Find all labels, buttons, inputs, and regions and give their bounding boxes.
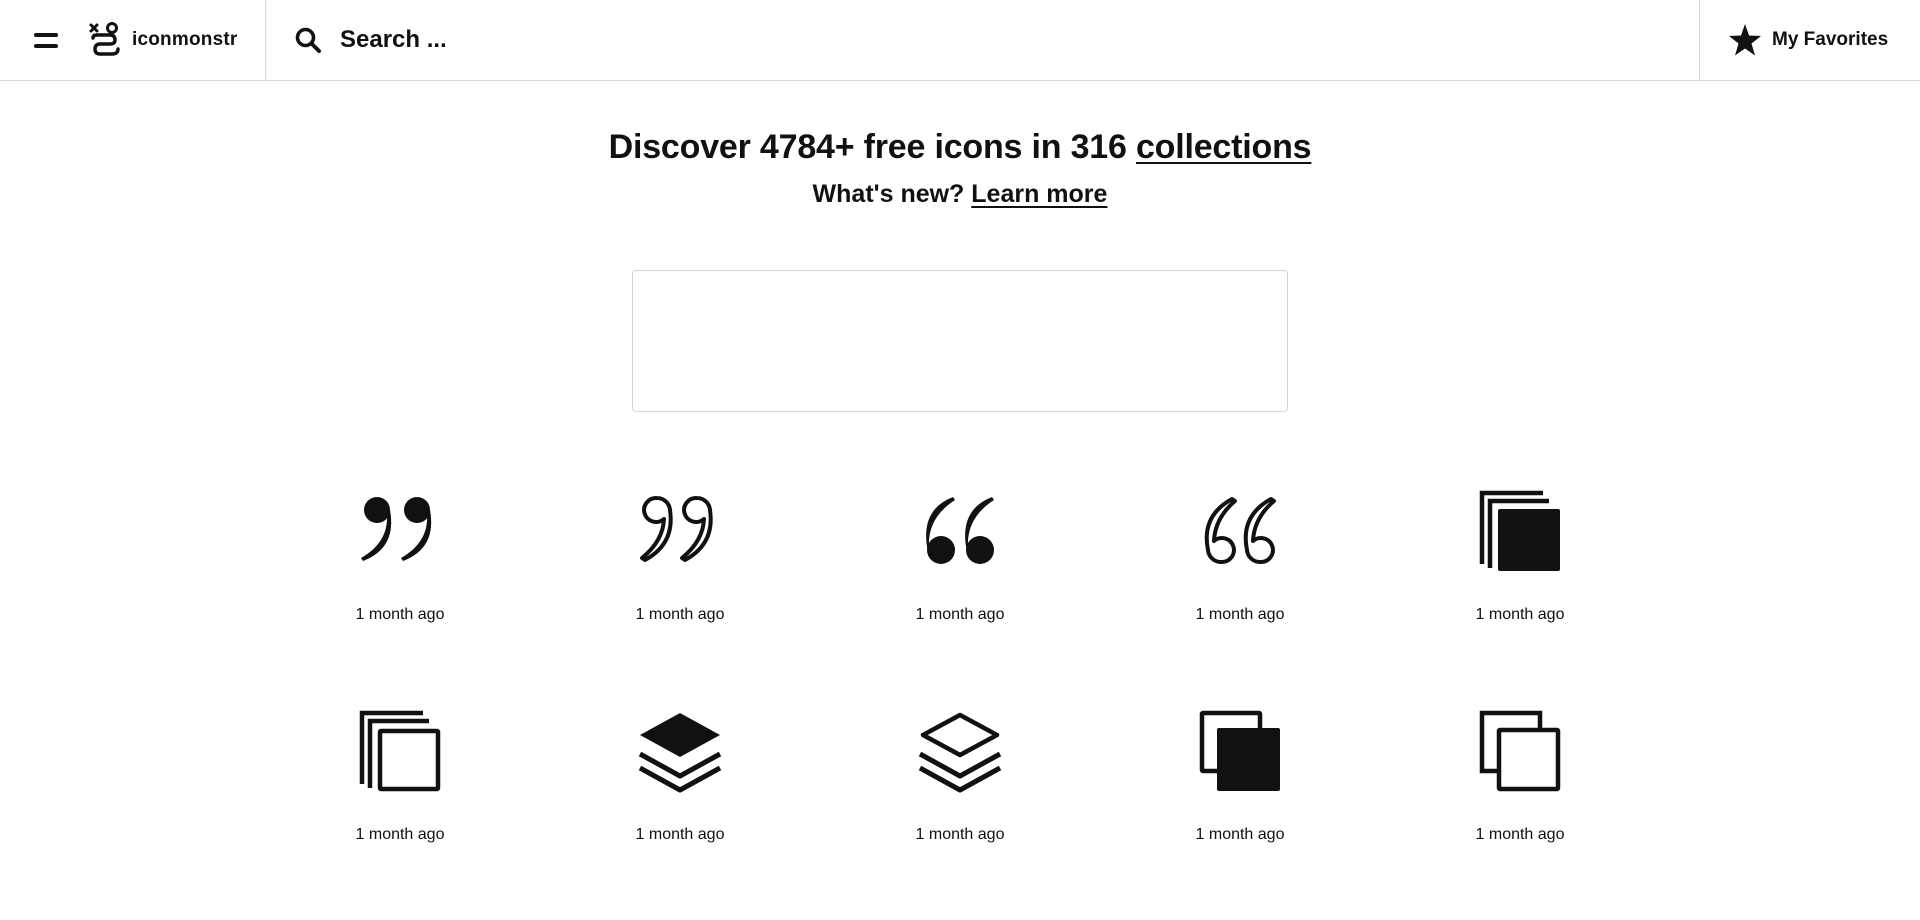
icon-timestamp: 1 month ago (915, 826, 1005, 843)
search-icon[interactable] (294, 26, 322, 54)
icon-timestamp: 1 month ago (1195, 606, 1285, 623)
icon-timestamp: 1 month ago (355, 606, 445, 623)
my-favorites-label: My Favorites (1772, 29, 1889, 50)
icon-tile[interactable]: 1 month ago (260, 480, 540, 700)
icon-timestamp: 1 month ago (635, 826, 725, 843)
stack-layers-outline-icon (918, 712, 1002, 793)
layers-stack-filled-icon (1479, 490, 1560, 571)
icon-tile[interactable]: 1 month ago (260, 700, 540, 920)
title-text: Discover 4784+ free icons in 316 (608, 128, 1136, 166)
icon-tile[interactable]: 1 month ago (540, 700, 820, 920)
icon-timestamp: 1 month ago (635, 606, 725, 623)
stack-layers-filled-icon (638, 713, 722, 793)
iconmonstr-logo-icon[interactable] (88, 22, 122, 58)
brand-area: iconmonstr (0, 0, 266, 80)
whats-new-text: What's new? (812, 180, 972, 208)
brand-name[interactable]: iconmonstr (132, 29, 237, 51)
icon-tile[interactable]: 1 month ago (1100, 480, 1380, 700)
icon-tile[interactable]: 1 month ago (1380, 700, 1660, 920)
copy-outline-icon (1479, 710, 1561, 792)
icon-tile[interactable]: 1 month ago (820, 700, 1100, 920)
layers-stack-outline-icon (359, 710, 441, 792)
icon-tile[interactable]: 1 month ago (540, 480, 820, 700)
quote-left-filled-icon (926, 497, 994, 564)
quote-left-outline-icon (1204, 497, 1276, 565)
my-favorites-button[interactable]: My Favorites (1699, 0, 1920, 80)
icon-timestamp: 1 month ago (1195, 826, 1285, 843)
top-bar: iconmonstr My Favorites (0, 0, 1920, 81)
icon-grid: 1 month ago 1 month ago 1 month ago 1 mo… (260, 480, 1660, 920)
icon-timestamp: 1 month ago (1475, 826, 1565, 843)
icon-timestamp: 1 month ago (1475, 606, 1565, 623)
whats-new: What's new? Learn more (0, 180, 1920, 209)
star-icon (1729, 24, 1761, 56)
quote-right-outline-icon (640, 495, 713, 562)
page-title: Discover 4784+ free icons in 316 collect… (0, 128, 1920, 167)
icon-tile[interactable]: 1 month ago (820, 480, 1100, 700)
icon-tile[interactable]: 1 month ago (1100, 700, 1380, 920)
quote-right-filled-icon (361, 497, 432, 561)
search-area (266, 0, 1699, 80)
icon-timestamp: 1 month ago (355, 826, 445, 843)
icon-timestamp: 1 month ago (915, 606, 1005, 623)
menu-icon[interactable] (34, 30, 60, 50)
learn-more-link[interactable]: Learn more (971, 180, 1107, 208)
copy-filled-icon (1199, 710, 1280, 791)
collections-link[interactable]: collections (1136, 128, 1312, 166)
search-input[interactable] (340, 26, 1040, 54)
icon-tile[interactable]: 1 month ago (1380, 480, 1660, 700)
ad-placeholder (632, 270, 1288, 412)
